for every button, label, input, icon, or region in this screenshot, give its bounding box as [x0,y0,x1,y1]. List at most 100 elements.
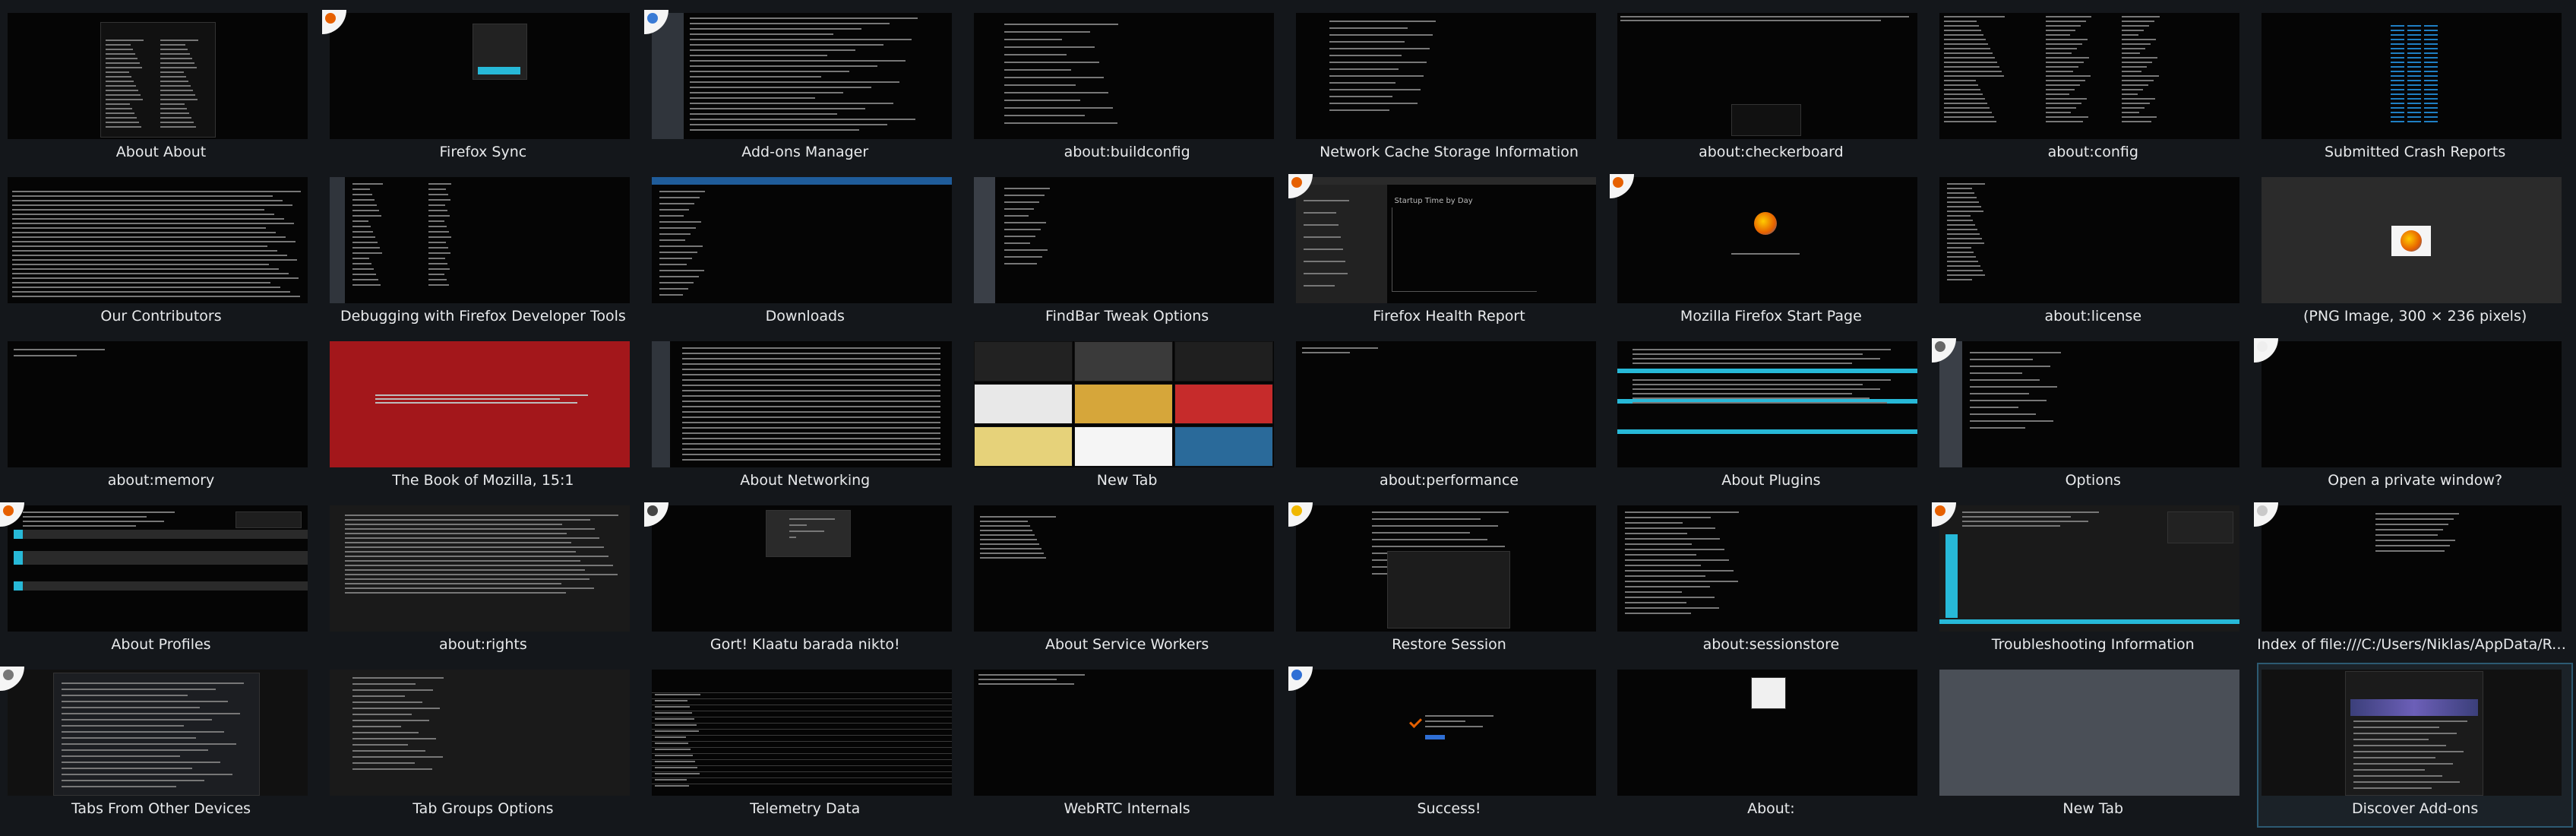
tab-thumbnail[interactable]: Downloads [644,174,966,338]
thumbnail-preview [973,670,1274,796]
tab-thumbnail[interactable]: Index of file:///C:/Users/Niklas/AppData… [2254,502,2576,667]
thumbnail-preview [329,341,630,467]
tab-thumbnail[interactable]: About: [1610,667,1932,831]
thumbnail-preview [1939,13,2240,139]
tab-thumbnail[interactable]: Gort! Klaatu barada nikto! [643,502,966,667]
thumbnail-preview [651,505,952,632]
tab-thumbnail[interactable]: About Service Workers [966,502,1288,667]
thumbnail-preview [1939,341,2240,467]
tab-title: About Networking [740,472,871,489]
tab-thumbnail[interactable]: New Tab [966,338,1288,502]
thumbnail-preview [1295,505,1596,632]
tab-title: about:license [2044,308,2142,325]
tab-thumbnail[interactable]: about:config [1932,10,2254,174]
thumbnail-preview [329,505,630,632]
tab-thumbnail[interactable]: Success! [1288,667,1610,831]
tab-title: Network Cache Storage Information [1320,144,1579,160]
tab-thumbnail[interactable]: WebRTC Internals [966,667,1288,831]
tab-title: about:performance [1380,472,1519,489]
tab-title: Troubleshooting Information [1991,636,2195,653]
thumbnail-preview [329,670,630,796]
thumbnail-preview [973,341,1274,467]
tab-title: The Book of Mozilla, 15:1 [392,472,574,489]
thumbnail-preview [2262,177,2562,303]
tab-thumbnail[interactable]: about:checkerboard [1610,10,1932,174]
tab-thumbnail[interactable]: Tabs From Other Devices [0,667,322,831]
tab-title: Success! [1417,800,1481,817]
thumbnail-preview [2262,505,2562,632]
tab-title: About: [1747,800,1795,817]
tab-thumbnail[interactable]: Firefox Sync [321,10,644,174]
thumbnail-preview [8,13,308,139]
tab-title: About Service Workers [1045,636,1209,653]
thumbnail-preview [8,505,308,632]
thumbnail-preview [1939,505,2240,632]
thumbnail-preview [8,341,308,467]
tab-title: New Tab [2062,800,2124,817]
tab-thumbnail[interactable]: The Book of Mozilla, 15:1 [322,338,644,502]
tab-thumbnail[interactable]: Telemetry Data [644,667,966,831]
thumbnail-preview [8,670,308,796]
tab-thumbnail[interactable]: Troubleshooting Information [1932,502,2254,667]
tab-thumbnail[interactable]: Startup Time by Day Firefox Health Report [1288,174,1610,338]
tab-title: FindBar Tweak Options [1045,308,1209,325]
tab-thumbnail[interactable]: Debugging with Firefox Developer Tools [322,174,644,338]
tab-thumbnail[interactable]: About Plugins [1610,338,1932,502]
tab-thumbnail[interactable]: about:license [1932,174,2254,338]
thumbnail-preview: Startup Time by Day [1295,177,1596,303]
tab-thumbnail[interactable]: About Profiles [0,502,322,667]
tab-thumbnail[interactable]: Open a private window? [2254,338,2576,502]
tab-title: Tabs From Other Devices [71,800,251,817]
tab-title: Telemetry Data [750,800,861,817]
thumbnail-preview [8,177,308,303]
tab-title: Add-ons Manager [741,144,869,160]
tab-title: Mozilla Firefox Start Page [1680,308,1862,325]
tab-title: Downloads [765,308,845,325]
thumbnail-preview [1295,670,1596,796]
tab-thumbnail[interactable]: about:memory [0,338,322,502]
tab-title: about:buildconfig [1064,144,1190,160]
thumbnail-preview [651,341,952,467]
thumbnail-preview [1617,341,1918,467]
tab-title: Gort! Klaatu barada nikto! [710,636,900,653]
thumbnail-preview [1939,670,2240,796]
tab-thumbnail[interactable]: about:sessionstore [1610,502,1932,667]
tab-thumbnail[interactable]: New Tab [1932,667,2254,831]
tab-title: New Tab [1096,472,1158,489]
tab-thumbnail[interactable]: Discover Add-ons [2254,663,2576,831]
tab-title: Discover Add-ons [2352,800,2479,817]
thumbnail-preview [1617,177,1918,303]
tab-thumbnail[interactable]: about:rights [322,502,644,667]
tab-title: Index of file:///C:/Users/Niklas/AppData… [2257,636,2574,653]
tab-title: Firefox Health Report [1373,308,1525,325]
thumbnail-grid: About About Firefox Sync Add-ons Manager ab… [0,0,2576,836]
tab-thumbnail[interactable]: about:buildconfig [966,10,1288,174]
tab-title: Options [2065,472,2121,489]
tab-title: Our Contributors [100,308,222,325]
tab-title: Open a private window? [2328,472,2503,489]
tab-thumbnail[interactable]: Tab Groups Options [322,667,644,831]
tab-title: Debugging with Firefox Developer Tools [340,308,626,325]
tab-thumbnail[interactable]: Submitted Crash Reports [2254,10,2576,174]
tab-title: Firefox Sync [439,144,527,160]
tab-thumbnail[interactable]: Add-ons Manager [643,10,966,174]
thumbnail-preview [973,505,1274,632]
tab-thumbnail[interactable]: FindBar Tweak Options [966,174,1288,338]
thumbnail-preview [973,13,1274,139]
tab-thumbnail[interactable]: about:performance [1288,338,1610,502]
tab-thumbnail[interactable]: Options [1932,338,2254,502]
tab-thumbnail[interactable]: Restore Session [1288,502,1610,667]
tab-title: about:sessionstore [1702,636,1840,653]
tab-thumbnail[interactable]: Network Cache Storage Information [1288,10,1610,174]
tab-thumbnail[interactable]: Our Contributors [0,174,322,338]
thumbnail-preview [651,177,952,303]
tab-thumbnail[interactable]: About Networking [644,338,966,502]
thumbnail-preview [2262,13,2562,139]
thumbnail-preview [1295,13,1596,139]
tab-thumbnail[interactable]: Mozilla Firefox Start Page [1610,174,1932,338]
tab-thumbnail[interactable]: (PNG Image, 300 × 236 pixels) [2254,174,2576,338]
tab-title: Restore Session [1392,636,1506,653]
thumbnail-preview [1939,177,2240,303]
tab-thumbnail[interactable]: About About [0,10,322,174]
tab-title: Tab Groups Options [412,800,554,817]
